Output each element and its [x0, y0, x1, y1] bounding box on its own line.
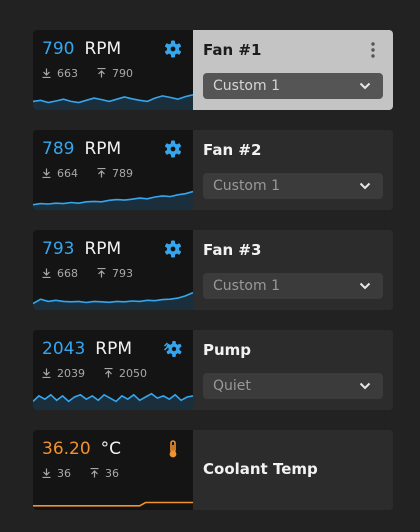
sensor-value: 36.20: [42, 439, 91, 459]
sparkline: [33, 94, 193, 110]
sensor-readout: 793 RPM 668 793: [33, 230, 193, 310]
sensor-max: 793: [97, 267, 133, 280]
sensor-name: Fan #1: [203, 41, 262, 59]
sensor-max: 36: [90, 467, 119, 480]
profile-dropdown[interactable]: Custom 1: [203, 273, 383, 299]
sensor-name: Fan #3: [203, 241, 262, 259]
sensor-readout: 790 RPM 663 790: [33, 30, 193, 110]
sparkline: [33, 190, 193, 210]
sensor-value: 790: [42, 39, 75, 59]
sensor-name: Fan #2: [203, 141, 262, 159]
profile-selected: Custom 1: [213, 178, 280, 194]
sensor-min: 36: [42, 467, 71, 480]
sensor-readout: 36.20 °C 36 36: [33, 430, 193, 510]
arrow-up-max-icon: [97, 168, 106, 178]
sensor-max: 2050: [104, 367, 147, 380]
sensor-unit: RPM: [95, 339, 132, 359]
profile-selected: Quiet: [213, 378, 251, 394]
chevron-down-icon: [359, 382, 371, 390]
arrow-up-max-icon: [90, 468, 99, 478]
sensor-min: 663: [42, 67, 78, 80]
sensor-card-fan-2[interactable]: 789 RPM 664 789 Fan #2 Custom 1: [33, 130, 393, 210]
arrow-down-min-icon: [42, 468, 51, 478]
sensor-max: 790: [97, 67, 133, 80]
sensor-name: Coolant Temp: [203, 460, 318, 478]
fan-control-panel: Fan #3 Custom 1: [193, 230, 393, 310]
sensor-card-pump[interactable]: 2043 RPM 2039 2050 Pump Quiet: [33, 330, 393, 410]
sparkline-line: [33, 501, 193, 507]
thermometer-icon: [169, 440, 177, 458]
sensor-unit: RPM: [84, 239, 122, 259]
arrow-up-max-icon: [104, 368, 113, 378]
chevron-down-icon: [359, 282, 371, 290]
sparkline: [33, 392, 193, 410]
sensor-readout: 2043 RPM 2039 2050: [33, 330, 193, 410]
profile-dropdown[interactable]: Custom 1: [203, 73, 383, 99]
chevron-down-icon: [359, 182, 371, 190]
profile-dropdown[interactable]: Quiet: [203, 373, 383, 399]
fan-control-panel: Fan #1 Custom 1: [193, 30, 393, 110]
sensor-unit: °C: [100, 439, 122, 459]
sensor-unit: RPM: [84, 39, 122, 59]
sensor-card-fan-1[interactable]: 790 RPM 663 790 Fan #1 Custom 1: [33, 30, 393, 110]
sensor-min: 668: [42, 267, 78, 280]
temperature-panel: Coolant Temp: [193, 430, 393, 510]
pump-control-panel: Pump Quiet: [193, 330, 393, 410]
sparkline: [33, 291, 193, 310]
profile-dropdown[interactable]: Custom 1: [203, 173, 383, 199]
sensor-card-coolant-temp[interactable]: 36.20 °C 36 36 Coolant Temp: [33, 430, 393, 510]
sensor-name: Pump: [203, 341, 252, 359]
sparkline: [33, 501, 193, 507]
arrow-down-min-icon: [42, 268, 51, 278]
sensor-value: 2043: [42, 339, 86, 359]
sensor-max: 789: [97, 167, 133, 180]
pump-gear-icon[interactable]: [163, 339, 183, 359]
sensor-min: 664: [42, 167, 78, 180]
gear-icon[interactable]: [163, 139, 183, 159]
sensor-min: 2039: [42, 367, 85, 380]
sensor-value: 793: [42, 239, 75, 259]
gear-icon[interactable]: [163, 39, 183, 59]
sensor-unit: RPM: [84, 139, 122, 159]
arrow-down-min-icon: [42, 168, 51, 178]
sensor-readout: 789 RPM 664 789: [33, 130, 193, 210]
arrow-up-max-icon: [97, 68, 106, 78]
sensor-card-fan-3[interactable]: 793 RPM 668 793 Fan #3 Custom 1: [33, 230, 393, 310]
arrow-up-max-icon: [97, 268, 106, 278]
sparkline-area: [33, 393, 193, 410]
profile-selected: Custom 1: [213, 278, 280, 294]
profile-selected: Custom 1: [213, 78, 280, 94]
arrow-down-min-icon: [42, 68, 51, 78]
sensor-value: 789: [42, 139, 75, 159]
more-options-icon[interactable]: [365, 40, 381, 60]
chevron-down-icon: [359, 82, 371, 90]
arrow-down-min-icon: [42, 368, 51, 378]
fan-control-panel: Fan #2 Custom 1: [193, 130, 393, 210]
gear-icon[interactable]: [163, 239, 183, 259]
